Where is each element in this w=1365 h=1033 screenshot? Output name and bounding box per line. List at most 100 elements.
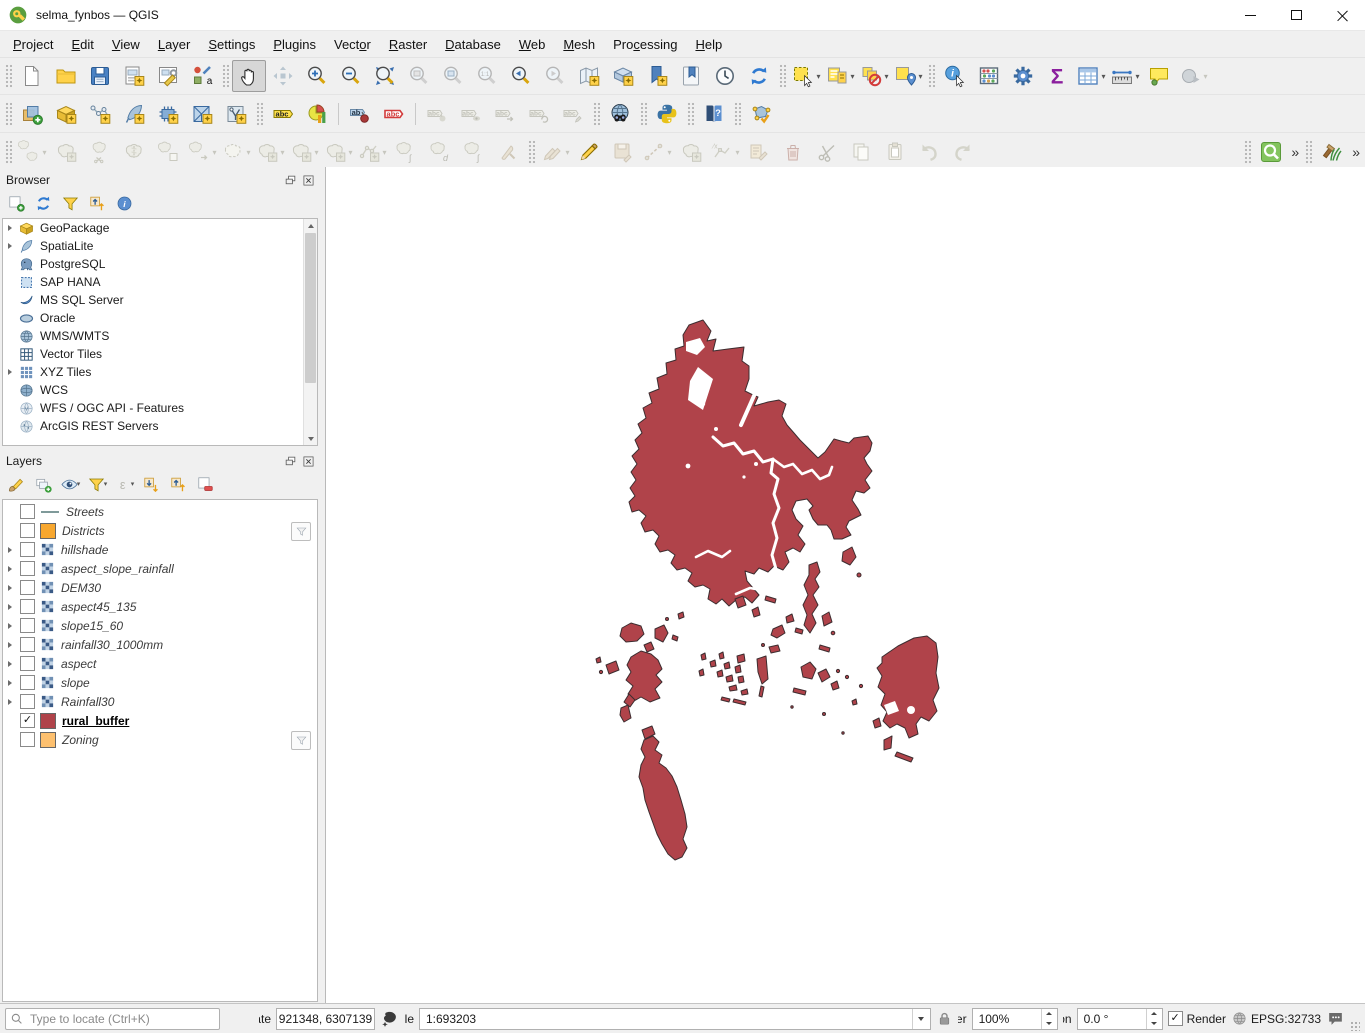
- show-spatial-bookmarks-button[interactable]: [674, 60, 708, 92]
- new-gpx-layer-button[interactable]: [219, 98, 253, 130]
- copy-features-button[interactable]: [844, 136, 878, 168]
- expand-arrow-icon[interactable]: [3, 547, 17, 553]
- metasearch-button[interactable]: [603, 98, 637, 130]
- new-shapefile-layer-button[interactable]: [83, 98, 117, 130]
- layer-item-rural-buffer[interactable]: ✓rural_buffer: [3, 711, 317, 730]
- expand-arrow-icon[interactable]: [3, 623, 17, 629]
- remove-layer-button[interactable]: [193, 472, 217, 496]
- layer-item-aspect-slope-rainfall[interactable]: aspect_slope_rainfall: [3, 559, 317, 578]
- delete-part-button[interactable]: ▾: [219, 136, 253, 168]
- chevron-down-icon[interactable]: ▾: [246, 148, 250, 157]
- search-plugin-button[interactable]: [1254, 136, 1288, 168]
- grass-tools-button[interactable]: [1315, 136, 1349, 168]
- layer-filter-button[interactable]: [291, 522, 311, 541]
- layer-checkbox[interactable]: [20, 618, 35, 633]
- toolbar-handle[interactable]: [5, 64, 12, 88]
- layer-checkbox[interactable]: [20, 523, 35, 538]
- chevron-down-icon[interactable]: ▾: [1135, 72, 1139, 81]
- coordinate-box[interactable]: 921348, 6307139: [276, 1008, 375, 1030]
- chevron-down-icon[interactable]: ▾: [918, 72, 922, 81]
- rotate-label-button[interactable]: abc: [522, 98, 556, 130]
- manage-map-themes-button[interactable]: ▾: [58, 472, 82, 496]
- toolbar-overflow-chevron[interactable]: »: [1349, 144, 1363, 160]
- filter-legend-button[interactable]: ▾: [85, 472, 109, 496]
- rotation-spinbox[interactable]: 0.0 °: [1077, 1008, 1163, 1030]
- temporal-controller-button[interactable]: [708, 60, 742, 92]
- layer-checkbox[interactable]: [20, 637, 35, 652]
- open-attribute-table-button[interactable]: ▾: [1074, 60, 1108, 92]
- scroll-up-icon[interactable]: [304, 219, 317, 232]
- chevron-down-icon[interactable]: ▾: [816, 72, 820, 81]
- python-console-button[interactable]: [650, 98, 684, 130]
- delete-selected-button[interactable]: [776, 136, 810, 168]
- layer-filter-button[interactable]: [291, 731, 311, 750]
- layer-checkbox[interactable]: [20, 675, 35, 690]
- save-project-button[interactable]: [83, 60, 117, 92]
- browser-item-wfs-ogc-api-features[interactable]: VWFS / OGC API - Features: [3, 399, 317, 417]
- browser-item-wms-wmts[interactable]: WMS/WMTS: [3, 327, 317, 345]
- toolbar-handle[interactable]: [928, 64, 935, 88]
- menu-layer[interactable]: Layer: [149, 34, 200, 55]
- locator-box[interactable]: [5, 1008, 220, 1030]
- browser-item-vector-tiles[interactable]: Vector Tiles: [3, 345, 317, 363]
- toolbar-handle[interactable]: [1305, 140, 1312, 164]
- chevron-down-icon[interactable]: ▾: [735, 148, 739, 157]
- chevron-down-icon[interactable]: ▾: [280, 148, 284, 157]
- undo-button[interactable]: [912, 136, 946, 168]
- refresh-browser-button[interactable]: [31, 191, 55, 215]
- paste-features-button[interactable]: [878, 136, 912, 168]
- layer-checkbox[interactable]: [20, 656, 35, 671]
- browser-item-wcs[interactable]: WCS: [3, 381, 317, 399]
- style-manager-button[interactable]: a: [185, 60, 219, 92]
- minimize-button[interactable]: [1227, 0, 1273, 30]
- menu-plugins[interactable]: Plugins: [264, 34, 325, 55]
- layers-close-button[interactable]: [301, 454, 316, 469]
- maximize-button[interactable]: [1273, 0, 1319, 30]
- layer-checkbox[interactable]: [20, 732, 35, 747]
- new-project-button[interactable]: [15, 60, 49, 92]
- show-layout-manager-button[interactable]: [151, 60, 185, 92]
- layers-float-button[interactable]: [283, 454, 298, 469]
- filter-browser-button[interactable]: [58, 191, 82, 215]
- open-layer-styling-button[interactable]: [4, 472, 28, 496]
- layer-item-hillshade[interactable]: hillshade: [3, 540, 317, 559]
- zoom-to-layer-button[interactable]: [436, 60, 470, 92]
- layer-item-aspect45-135[interactable]: aspect45_135: [3, 597, 317, 616]
- layer-item-dem30[interactable]: DEM30: [3, 578, 317, 597]
- digitize-segment-button[interactable]: [49, 136, 83, 168]
- crs-status[interactable]: EPSG:32733: [1231, 1010, 1321, 1027]
- change-label-button[interactable]: abc: [556, 98, 590, 130]
- add-part-button[interactable]: ▾: [287, 136, 321, 168]
- show-statistical-summary-button[interactable]: Σ: [1040, 60, 1074, 92]
- simplify-feature-button[interactable]: ∫: [457, 136, 491, 168]
- scroll-down-icon[interactable]: [304, 432, 317, 445]
- render-checkbox[interactable]: ✓: [1168, 1011, 1183, 1026]
- chevron-down-icon[interactable]: ▾: [314, 148, 318, 157]
- toolbar-overflow-chevron[interactable]: »: [1288, 144, 1302, 160]
- zoom-in-button[interactable]: [300, 60, 334, 92]
- toolbar-handle[interactable]: [5, 102, 12, 126]
- layer-labeling-button[interactable]: abc: [266, 98, 300, 130]
- move-features-button[interactable]: ▾: [185, 136, 219, 168]
- menu-processing[interactable]: Processing: [604, 34, 686, 55]
- select-features-button[interactable]: ▾: [789, 60, 823, 92]
- layer-checkbox[interactable]: [20, 694, 35, 709]
- move-label-button[interactable]: abc: [488, 98, 522, 130]
- current-edits-button[interactable]: ▾: [538, 136, 572, 168]
- select-by-location-button[interactable]: ▾: [891, 60, 925, 92]
- fill-ring-button[interactable]: ▾: [321, 136, 355, 168]
- toolbar-handle[interactable]: [222, 64, 229, 88]
- toolbar-handle[interactable]: [779, 64, 786, 88]
- expand-arrow-icon[interactable]: [3, 369, 17, 375]
- pan-map-button[interactable]: [232, 60, 266, 92]
- resize-grip[interactable]: [1350, 1021, 1360, 1031]
- zoom-last-button[interactable]: [504, 60, 538, 92]
- filter-by-expression-button[interactable]: ε▾: [112, 472, 136, 496]
- extents-toggle-icon[interactable]: [380, 1009, 400, 1029]
- menu-edit[interactable]: Edit: [62, 34, 102, 55]
- map-tips-button[interactable]: [1142, 60, 1176, 92]
- layer-item-streets[interactable]: Streets: [3, 502, 317, 521]
- highlight-pinned-labels-button[interactable]: abc: [377, 98, 411, 130]
- new-3d-map-view-button[interactable]: [606, 60, 640, 92]
- scrollbar-thumb[interactable]: [305, 233, 316, 383]
